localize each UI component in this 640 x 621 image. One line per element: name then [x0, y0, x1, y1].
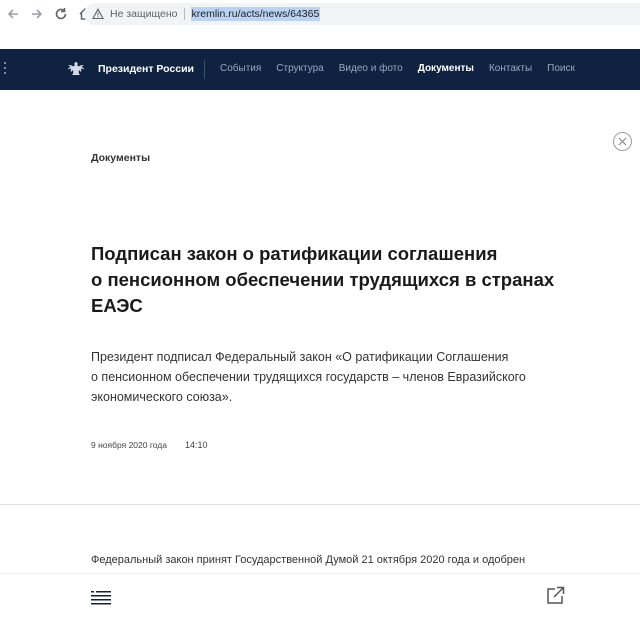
article-lead: Президент подписал Федеральный закон «О … [91, 347, 591, 407]
nav-item-events[interactable]: События [220, 63, 261, 74]
emblem-icon[interactable] [66, 59, 86, 79]
url-text[interactable]: kremlin.ru/acts/news/64365 [190, 7, 321, 21]
nav-item-contacts[interactable]: Контакты [489, 63, 532, 74]
lead-line: о пенсионном обеспечении трудящихся госу… [91, 370, 526, 384]
article-date: 9 ноября 2020 года [91, 440, 167, 450]
info-icon[interactable] [92, 8, 104, 20]
headline-line: ЕАЭС [91, 295, 143, 316]
article-meta: 9 ноября 2020 года 14:10 [91, 440, 208, 450]
page-top-gap [0, 28, 640, 49]
nav-item-structure[interactable]: Структура [276, 63, 323, 74]
headline-line: о пенсионном обеспечении трудящихся в ст… [91, 269, 555, 290]
section-label[interactable]: Документы [91, 152, 150, 164]
header-divider [204, 60, 205, 79]
close-button[interactable] [613, 132, 632, 151]
main-nav: События Структура Видео и фото Документы… [220, 63, 590, 74]
lead-line: Президент подписал Федеральный закон «О … [91, 350, 509, 364]
menu-dots-icon[interactable] [4, 62, 8, 78]
forward-button[interactable] [26, 3, 48, 25]
address-bar[interactable]: Не защищено kremlin.ru/acts/news/64365 [84, 3, 640, 25]
close-icon [618, 137, 627, 146]
table-of-contents-icon[interactable] [91, 590, 111, 606]
reload-button[interactable] [50, 3, 72, 25]
article-time: 14:10 [185, 440, 208, 450]
site-header: Президент России События Структура Видео… [0, 49, 640, 90]
back-button[interactable] [2, 3, 24, 25]
security-label[interactable]: Не защищено [110, 8, 178, 20]
nav-item-documents[interactable]: Документы [418, 63, 474, 74]
nav-item-video-photo[interactable]: Видео и фото [339, 63, 403, 74]
headline-line: Подписан закон о ратификации соглашения [91, 243, 498, 264]
back-arrow-icon [7, 9, 18, 19]
lead-line: экономического союза». [91, 390, 233, 404]
body-paragraph: Федеральный закон принят Государственной… [91, 554, 526, 566]
address-divider [183, 8, 185, 20]
nav-item-search[interactable]: Поиск [547, 63, 575, 74]
forward-arrow-icon [32, 9, 43, 19]
bottom-toolbar [0, 573, 640, 621]
article-body: Федеральный закон принят Государственной… [91, 551, 591, 569]
share-icon[interactable] [546, 585, 566, 605]
article-headline: Подписан закон о ратификации соглашения … [91, 241, 561, 319]
article-header: Документы Подписан закон о ратификации с… [0, 90, 640, 505]
reload-icon [55, 8, 67, 20]
site-title[interactable]: Президент России [98, 63, 194, 75]
